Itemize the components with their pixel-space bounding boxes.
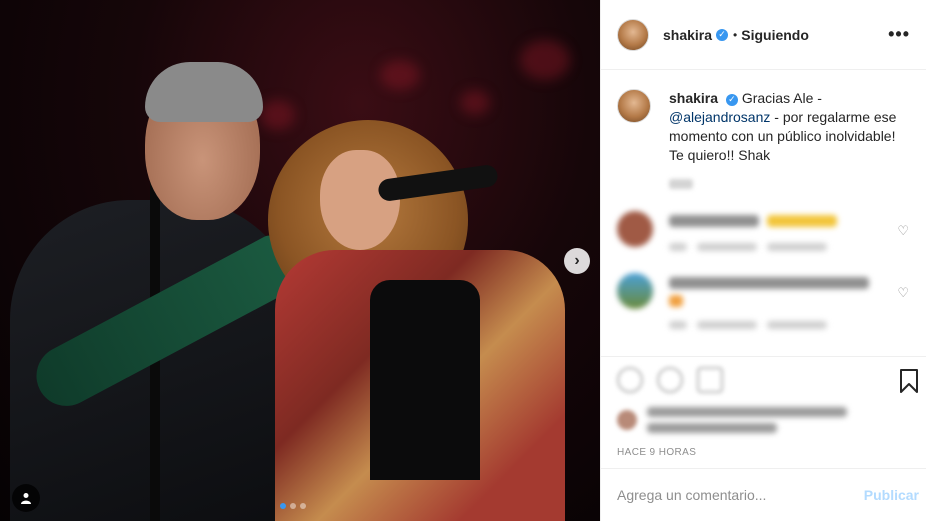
blurred-likes-line: [647, 423, 777, 433]
photo-bokeh: [460, 90, 490, 115]
blurred-meta: [697, 321, 757, 329]
list-item: ♡: [617, 211, 911, 251]
verified-badge-icon: ✓: [716, 28, 729, 41]
likes-summary-blurred: [617, 407, 911, 433]
blurred-likes-line: [647, 407, 847, 417]
comment-body-blurred: [669, 273, 869, 329]
blurred-meta: [767, 243, 827, 251]
next-photo-button[interactable]: ›: [564, 248, 590, 274]
carousel-dot: [290, 503, 296, 509]
blurred-meta: [669, 321, 687, 329]
list-item: ♡: [617, 273, 911, 329]
action-icons-blurred: [617, 367, 911, 393]
user-tag-button[interactable]: [12, 484, 40, 512]
carousel-dot: [280, 503, 286, 509]
add-comment-bar: Publicar: [601, 468, 926, 521]
caption-username[interactable]: shakira: [669, 90, 718, 106]
user-tag-icon: [21, 493, 31, 504]
caption-text: shakira ✓ Gracias Ale - @alejandrosanz -…: [669, 89, 909, 165]
post-caption: shakira ✓ Gracias Ale - @alejandrosanz -…: [617, 89, 911, 165]
caption-avatar[interactable]: [617, 89, 651, 123]
verified-badge-icon: ✓: [725, 93, 738, 106]
post-side-panel: shakira ✓ • Siguiendo ••• shakira ✓ Grac…: [600, 0, 926, 521]
carousel-dot: [300, 503, 306, 509]
blurred-emoji: [669, 295, 683, 307]
publish-button[interactable]: Publicar: [864, 487, 919, 503]
post-timestamp[interactable]: HACE 9 HORAS: [617, 447, 696, 458]
blurred-meta: [669, 243, 687, 251]
like-icon[interactable]: [617, 367, 643, 393]
photo-bokeh: [260, 100, 295, 130]
blurred-username: [669, 215, 759, 227]
photo-bokeh: [380, 60, 420, 90]
likes-avatar: [617, 410, 637, 430]
avatar[interactable]: [617, 18, 649, 51]
post-actions: HACE 9 HORAS: [601, 356, 926, 468]
comment-avatar[interactable]: [617, 211, 653, 247]
comment-avatar[interactable]: [617, 273, 653, 309]
photo-person-left-hair: [145, 62, 263, 122]
heart-icon[interactable]: ♡: [897, 285, 909, 301]
comment-body-blurred: [669, 211, 837, 251]
caption-mention-link[interactable]: @alejandrosanz: [669, 109, 770, 125]
post-photo[interactable]: ›: [0, 0, 600, 521]
blurred-comment: [669, 277, 869, 289]
header-username[interactable]: shakira: [663, 27, 712, 43]
blurred-meta: [697, 243, 757, 251]
bookmark-icon[interactable]: [899, 369, 919, 393]
blurred-meta: [767, 321, 827, 329]
more-options-icon[interactable]: •••: [888, 24, 910, 45]
comments-section[interactable]: shakira ✓ Gracias Ale - @alejandrosanz -…: [601, 71, 926, 356]
heart-icon[interactable]: ♡: [897, 223, 909, 239]
carousel-indicator: [280, 503, 306, 509]
blurred-emoji: [767, 215, 837, 227]
caption-meta-blurred: [669, 179, 693, 189]
share-icon[interactable]: [697, 367, 723, 393]
photo-bokeh: [520, 40, 570, 80]
header-separator: •: [733, 27, 738, 42]
comment-input[interactable]: [617, 487, 864, 503]
caption-text-part-1: Gracias Ale -: [741, 90, 822, 106]
photo-person-right-top: [370, 280, 480, 480]
comment-icon[interactable]: [657, 367, 683, 393]
post-header: shakira ✓ • Siguiendo •••: [601, 0, 926, 70]
chevron-right-icon: ›: [574, 252, 580, 269]
following-button[interactable]: Siguiendo: [741, 27, 809, 43]
